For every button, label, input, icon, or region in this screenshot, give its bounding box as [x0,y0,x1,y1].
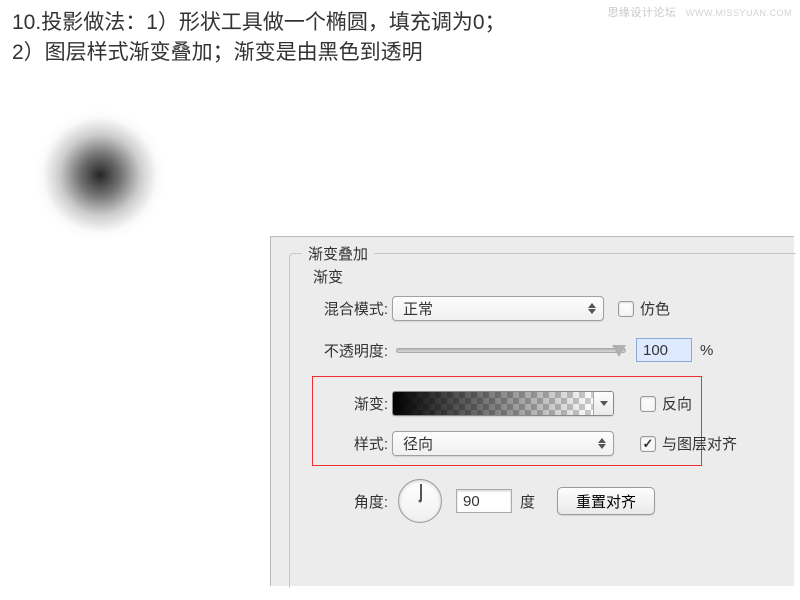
reverse-checkbox[interactable] [640,396,656,412]
blend-mode-label: 混合模式: [304,298,388,319]
gradient-overlay-panel: 渐变叠加 渐变 混合模式: 正常 仿色 不透明度: % [270,236,794,586]
opacity-label: 不透明度: [304,340,388,361]
reverse-checkbox-wrap[interactable]: 反向 [640,393,692,414]
angle-label: 角度: [336,491,388,512]
gradient-swatch[interactable] [392,391,614,416]
fieldset: 渐变叠加 渐变 混合模式: 正常 仿色 不透明度: % [289,253,796,588]
shadow-preview [20,95,180,255]
gradient-label: 渐变: [336,393,388,414]
row-style: 样式: 径向 与图层对齐 [336,431,737,456]
fieldset-title: 渐变叠加 [302,243,374,264]
slider-thumb[interactable] [612,345,626,357]
align-checkbox-wrap[interactable]: 与图层对齐 [640,433,737,454]
dither-checkbox-wrap[interactable]: 仿色 [618,298,670,319]
gradient-dropdown-button[interactable] [593,392,613,415]
angle-unit: 度 [520,491,535,512]
style-label: 样式: [336,433,388,454]
angle-input[interactable] [456,489,512,513]
instruction-line-2: 2）图层样式渐变叠加；渐变是由黑色到透明 [12,38,788,68]
slider-track [396,348,626,353]
opacity-unit: % [700,342,713,359]
row-opacity: 不透明度: % [304,338,713,362]
gradient-preview [393,392,593,415]
style-value: 径向 [403,433,433,454]
align-label: 与图层对齐 [662,433,737,454]
dropdown-arrows-icon [595,438,609,449]
watermark-sub: WWW.MISSYUAN.COM [686,8,792,18]
style-dropdown[interactable]: 径向 [392,431,614,456]
dither-checkbox[interactable] [618,301,634,317]
angle-dial[interactable] [398,479,442,523]
watermark-main: 思缘设计论坛 [607,7,676,19]
opacity-input[interactable] [636,338,692,362]
fieldset-subtitle: 渐变 [308,266,348,287]
blend-mode-value: 正常 [403,298,433,319]
dropdown-arrows-icon [585,303,599,314]
row-blend-mode: 混合模式: 正常 仿色 [304,296,670,321]
watermark: 思缘设计论坛 WWW.MISSYUAN.COM [607,4,792,20]
align-checkbox[interactable] [640,436,656,452]
row-gradient: 渐变: 反向 [336,391,692,416]
dither-label: 仿色 [640,298,670,319]
row-angle: 角度: 度 重置对齐 [336,479,655,523]
chevron-down-icon [600,401,608,406]
reverse-label: 反向 [662,393,692,414]
opacity-slider[interactable] [396,340,626,360]
reset-alignment-button[interactable]: 重置对齐 [557,487,655,515]
blend-mode-dropdown[interactable]: 正常 [392,296,604,321]
